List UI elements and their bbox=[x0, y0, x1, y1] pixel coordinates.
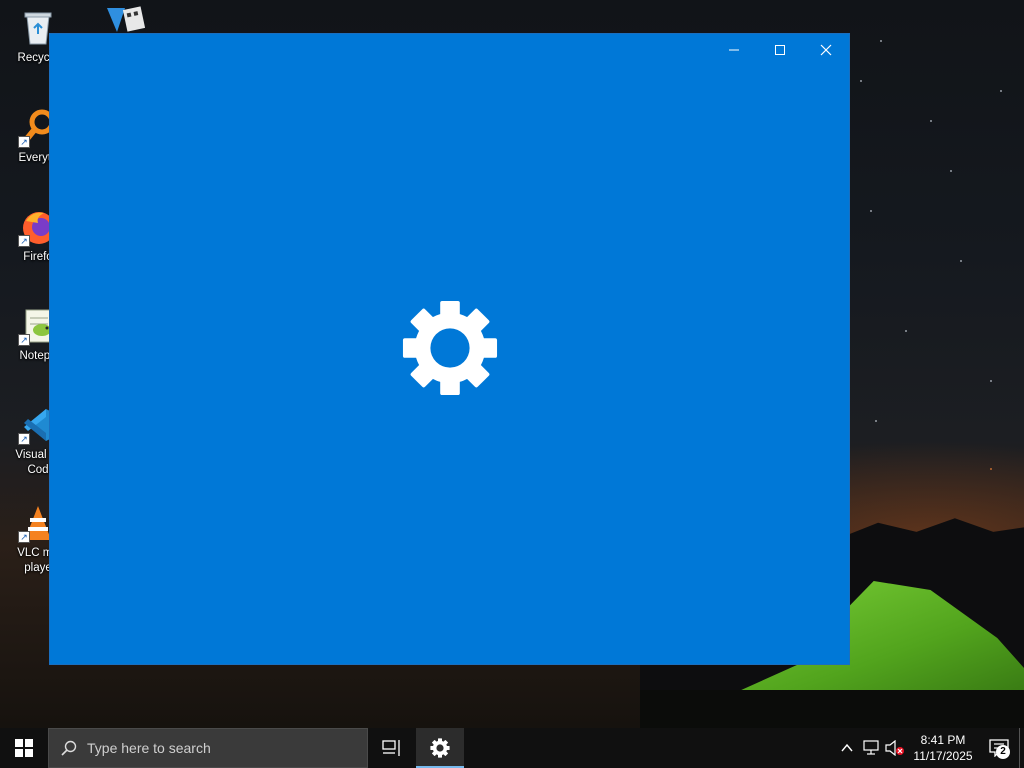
system-tray: 8:41 PM 11/17/2025 2 bbox=[835, 728, 1024, 768]
maximize-button[interactable] bbox=[757, 34, 803, 66]
task-view-button[interactable] bbox=[368, 728, 416, 768]
clock-time: 8:41 PM bbox=[920, 733, 966, 747]
taskbar: Type here to search 8:41 PM 11/17/2025 2 bbox=[0, 728, 1024, 768]
volume-muted-icon bbox=[885, 740, 904, 756]
minimize-button[interactable] bbox=[711, 34, 757, 66]
gear-icon bbox=[430, 738, 450, 758]
shortcut-arrow-icon: ↗ bbox=[18, 334, 30, 346]
show-hidden-icons-button[interactable] bbox=[835, 728, 859, 768]
network-button[interactable] bbox=[859, 728, 883, 768]
shortcut-arrow-icon: ↗ bbox=[18, 235, 30, 247]
task-view-icon bbox=[382, 740, 400, 756]
close-button[interactable] bbox=[803, 34, 849, 66]
taskbar-settings-app[interactable] bbox=[416, 728, 464, 768]
settings-app-window[interactable] bbox=[49, 33, 850, 665]
settings-gear-icon bbox=[402, 300, 498, 396]
search-icon bbox=[61, 740, 77, 756]
action-center-button[interactable]: 2 bbox=[979, 728, 1019, 768]
windows-logo-icon bbox=[15, 739, 33, 757]
taskbar-clock[interactable]: 8:41 PM 11/17/2025 bbox=[907, 732, 979, 764]
close-icon bbox=[820, 44, 832, 56]
taskbar-search-box[interactable]: Type here to search bbox=[48, 728, 368, 768]
clock-date: 11/17/2025 bbox=[913, 749, 973, 763]
window-titlebar bbox=[711, 34, 849, 66]
shortcut-arrow-icon: ↗ bbox=[18, 136, 30, 148]
grass-foreground bbox=[640, 690, 1024, 728]
shortcut-arrow-icon: ↗ bbox=[18, 531, 30, 543]
volume-button[interactable] bbox=[883, 728, 907, 768]
minimize-icon bbox=[729, 49, 739, 51]
maximize-icon bbox=[775, 45, 785, 55]
search-placeholder: Type here to search bbox=[87, 740, 211, 756]
network-icon bbox=[863, 740, 879, 755]
show-desktop-button[interactable] bbox=[1019, 728, 1024, 768]
chevron-up-icon bbox=[841, 743, 853, 752]
notification-count-badge: 2 bbox=[996, 745, 1010, 759]
shortcut-arrow-icon: ↗ bbox=[18, 433, 30, 445]
start-button[interactable] bbox=[0, 728, 48, 768]
